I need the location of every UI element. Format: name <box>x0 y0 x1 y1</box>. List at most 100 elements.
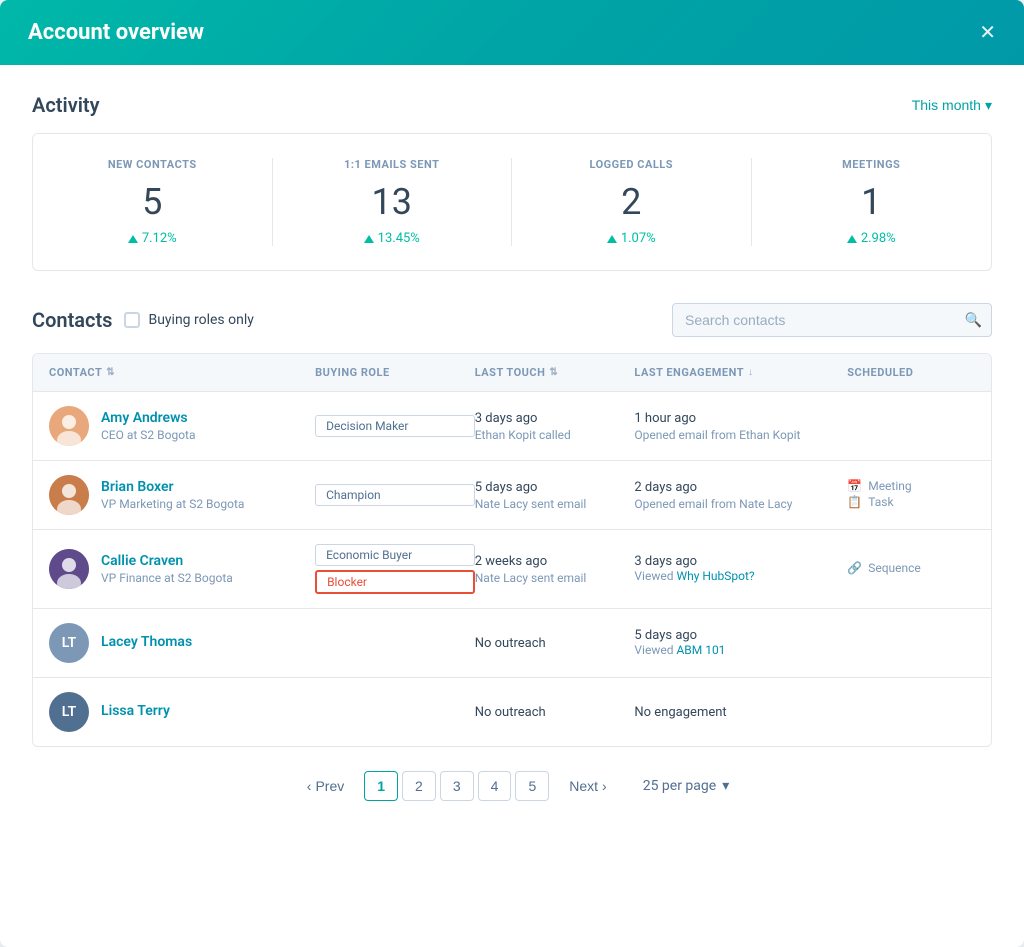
scheduled-icon: 📅 <box>847 479 862 493</box>
next-button[interactable]: Next › <box>557 772 618 800</box>
activity-metric: 1:1 EMAILS SENT 13 13.45% <box>273 158 513 246</box>
contact-name[interactable]: Lacey Thomas <box>101 634 192 650</box>
contacts-section-header: Contacts Buying roles only 🔍 <box>32 303 992 337</box>
contact-name[interactable]: Brian Boxer <box>101 479 244 495</box>
engagement-primary: 1 hour ago <box>634 411 696 426</box>
search-input[interactable] <box>672 303 992 337</box>
search-icon[interactable]: 🔍 <box>965 312 982 329</box>
metric-change-value: 13.45% <box>378 231 420 246</box>
scheduled-icon: 🔗 <box>847 561 862 575</box>
chevron-right-icon: › <box>602 778 607 794</box>
chevron-left-icon: ‹ <box>307 778 312 794</box>
th-last-touch: LAST TOUCH ⇅ <box>475 366 635 379</box>
sort-icon-contact[interactable]: ⇅ <box>106 367 115 378</box>
page-button-5[interactable]: 5 <box>515 771 549 801</box>
scheduled-label: Task <box>868 495 893 509</box>
contact-name[interactable]: Amy Andrews <box>101 410 196 426</box>
per-page-label: 25 per page <box>643 778 716 794</box>
page-button-2[interactable]: 2 <box>402 771 436 801</box>
th-last-touch-label: LAST TOUCH <box>475 366 546 379</box>
table-row: Amy Andrews CEO at S2 Bogota Decision Ma… <box>33 392 991 461</box>
buying-roles-checkbox[interactable]: Buying roles only <box>124 312 253 328</box>
last-touch-sub: Ethan Kopit called <box>475 428 635 442</box>
page-button-3[interactable]: 3 <box>440 771 474 801</box>
scheduled-label: Meeting <box>868 479 911 493</box>
per-page-chevron-icon: ▾ <box>722 778 729 794</box>
period-selector-button[interactable]: This month ▾ <box>912 97 992 114</box>
th-last-engagement: LAST ENGAGEMENT ↓ <box>634 366 847 379</box>
metric-change: 1.07% <box>528 231 735 246</box>
prev-button[interactable]: ‹ Prev <box>295 772 356 800</box>
last-touch-cell: No outreach <box>475 636 635 651</box>
contact-title: CEO at S2 Bogota <box>101 428 196 442</box>
contact-name[interactable]: Lissa Terry <box>101 703 170 719</box>
role-badge: Economic Buyer <box>315 544 475 566</box>
scheduled-icon: 📋 <box>847 495 862 509</box>
trend-up-icon <box>607 235 617 243</box>
role-badge: Blocker <box>315 570 475 594</box>
buying-role-cell: Champion <box>315 484 475 506</box>
modal-body: Activity This month ▾ NEW CONTACTS 5 7.1… <box>0 65 1024 947</box>
contact-cell: LT Lacey Thomas <box>49 623 315 663</box>
scheduled-item: 📋 Task <box>847 495 975 509</box>
activity-card: NEW CONTACTS 5 7.12% 1:1 EMAILS SENT 13 … <box>32 133 992 271</box>
page-button-4[interactable]: 4 <box>478 771 512 801</box>
last-touch-cell: 5 days ago Nate Lacy sent email <box>475 480 635 511</box>
buying-role-cell: Decision Maker <box>315 415 475 437</box>
period-label: This month <box>912 97 981 113</box>
table-row: Callie Craven VP Finance at S2 Bogota Ec… <box>33 530 991 609</box>
scheduled-label: Sequence <box>868 561 921 575</box>
activity-metric: LOGGED CALLS 2 1.07% <box>512 158 752 246</box>
metric-value: 13 <box>289 181 496 223</box>
trend-up-icon <box>847 235 857 243</box>
checkbox-box[interactable] <box>124 312 140 328</box>
search-container: 🔍 <box>672 303 992 337</box>
metric-value: 5 <box>49 181 256 223</box>
contacts-title: Contacts <box>32 308 112 332</box>
last-touch-primary: No outreach <box>475 705 546 720</box>
table-row: LT Lissa Terry No outreach No engagement <box>33 678 991 746</box>
modal-title: Account overview <box>28 20 204 45</box>
engagement-cell: 1 hour ago Opened email from Ethan Kopit <box>634 411 847 442</box>
last-touch-primary: 2 weeks ago <box>475 554 547 569</box>
th-contact: CONTACT ⇅ <box>49 366 315 379</box>
avatar: LT <box>49 692 89 732</box>
activity-metric: NEW CONTACTS 5 7.12% <box>33 158 273 246</box>
last-touch-cell: 3 days ago Ethan Kopit called <box>475 411 635 442</box>
trend-up-icon <box>128 235 138 243</box>
contact-cell: Callie Craven VP Finance at S2 Bogota <box>49 549 315 589</box>
per-page-selector[interactable]: 25 per page ▾ <box>643 778 730 794</box>
contact-title: VP Finance at S2 Bogota <box>101 571 233 585</box>
th-buying-role-label: BUYING ROLE <box>315 366 390 379</box>
sort-icon-touch[interactable]: ⇅ <box>549 367 558 378</box>
scheduled-cell: 🔗 Sequence <box>847 561 975 577</box>
engagement-cell: 5 days ago Viewed ABM 101 <box>634 628 847 658</box>
metric-label: NEW CONTACTS <box>49 158 256 171</box>
last-touch-primary: 5 days ago <box>475 480 538 495</box>
contact-info: Lissa Terry <box>101 703 170 721</box>
close-button[interactable]: ✕ <box>979 23 996 43</box>
metric-change: 2.98% <box>768 231 976 246</box>
scheduled-cell: 📅 Meeting 📋 Task <box>847 479 975 511</box>
prev-label: Prev <box>315 778 344 794</box>
scheduled-item: 📅 Meeting <box>847 479 975 493</box>
engagement-primary: No engagement <box>634 705 726 720</box>
th-scheduled-label: SCHEDULED <box>847 366 913 379</box>
engagement-link[interactable]: Why HubSpot? <box>676 569 754 583</box>
sort-icon-engagement[interactable]: ↓ <box>748 367 754 378</box>
engagement-primary: 2 days ago <box>634 480 697 495</box>
last-touch-sub: Nate Lacy sent email <box>475 571 635 585</box>
contact-name[interactable]: Callie Craven <box>101 553 233 569</box>
metric-change-value: 7.12% <box>142 231 177 246</box>
page-button-1[interactable]: 1 <box>364 771 398 801</box>
activity-section-header: Activity This month ▾ <box>32 93 992 117</box>
engagement-sub: Viewed Why HubSpot? <box>634 569 754 583</box>
engagement-cell: 2 days ago Opened email from Nate Lacy <box>634 480 847 511</box>
last-touch-primary: 3 days ago <box>475 411 538 426</box>
engagement-link[interactable]: ABM 101 <box>676 643 725 657</box>
pagination: ‹ Prev 12345 Next › 25 per page ▾ <box>32 747 992 817</box>
contact-title: VP Marketing at S2 Bogota <box>101 497 244 511</box>
metric-change-value: 1.07% <box>621 231 656 246</box>
role-badge: Decision Maker <box>315 415 475 437</box>
engagement-cell: 3 days ago Viewed Why HubSpot? <box>634 554 847 584</box>
